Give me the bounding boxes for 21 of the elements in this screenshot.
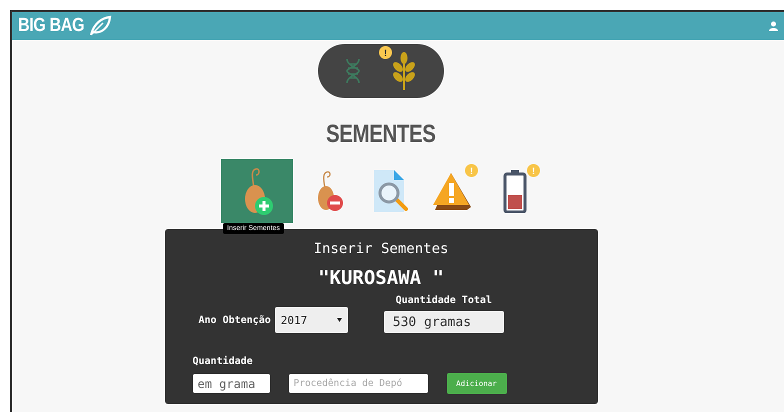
alert-badge: ! (527, 164, 540, 177)
quantity-field[interactable]: em grama (192, 374, 270, 393)
origin-field[interactable]: Procedência de Depó (288, 374, 428, 393)
year-label: Ano Obtenção (198, 314, 271, 326)
page-heading: SEMENTES (326, 120, 436, 149)
alert-badge: ! (465, 164, 478, 177)
quantity-label: Quantidade (192, 356, 253, 367)
alert-badge: ! (379, 46, 392, 59)
action-button[interactable]: ! (427, 159, 479, 223)
action-button[interactable]: ! (489, 159, 541, 223)
total-label: Quantidade Total (396, 295, 492, 306)
brand-logo[interactable]: BIG BAG (18, 15, 84, 37)
total-field: 530 gramas (384, 311, 504, 333)
user-icon[interactable] (769, 21, 778, 31)
seed-name: "KUROSAWA " (318, 267, 444, 289)
battery-icon (503, 169, 527, 213)
panel-title: Inserir Sementes (314, 241, 448, 257)
leaf-icon (88, 15, 112, 37)
document-search-icon (372, 168, 410, 214)
year-select[interactable]: 2017 (274, 307, 348, 333)
caret-icon (336, 318, 342, 322)
